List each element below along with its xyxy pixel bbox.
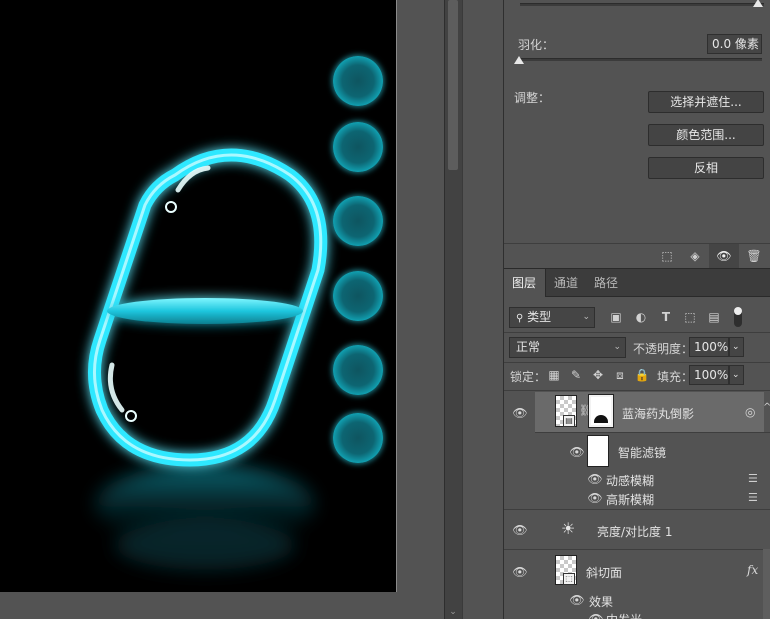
eye-icon[interactable]: 👁 <box>587 490 603 506</box>
density-slider-thumb[interactable] <box>753 0 763 7</box>
orb-6 <box>333 413 383 463</box>
eye-icon[interactable]: 👁 <box>569 592 585 608</box>
properties-footer: ⬚ ◈ 👁 🗑 <box>504 243 770 269</box>
divider <box>504 390 770 391</box>
selection-icon[interactable]: ⬚ <box>657 246 677 266</box>
adjustment-layer-name[interactable]: 亮度/对比度 1 <box>597 523 673 540</box>
eye-icon[interactable]: 👁 <box>587 471 603 487</box>
divider <box>504 549 770 550</box>
shape-badge-icon: ⬚ <box>563 573 575 585</box>
document-canvas[interactable] <box>0 0 396 592</box>
panel-dock-strip <box>462 0 504 619</box>
orb-3 <box>333 196 383 246</box>
filter-kind-label: 类型 <box>527 310 552 324</box>
layer-mask-thumbnail[interactable] <box>588 394 614 428</box>
chevron-up-icon[interactable]: ^ <box>763 402 770 413</box>
density-slider-track[interactable] <box>520 3 764 6</box>
feather-label: 羽化： <box>518 38 555 52</box>
feather-slider-track[interactable] <box>518 58 762 61</box>
feather-slider-thumb[interactable] <box>514 56 524 64</box>
lock-all-icon[interactable]: 🔒 <box>633 366 651 384</box>
effect-row-partial: 👁 内发光 <box>504 611 770 619</box>
divider <box>504 362 770 363</box>
layer-filter-dropdown[interactable]: ⚲ 类型 ⌄ <box>509 307 595 328</box>
blend-mode-dropdown[interactable]: 正常 ⌄ <box>509 337 626 358</box>
eye-icon[interactable]: 👁 <box>588 611 604 619</box>
opacity-input[interactable]: 100% <box>689 337 729 357</box>
opacity-dropdown-toggle[interactable]: ⌄ <box>729 337 744 357</box>
adjust-label: 调整： <box>514 91 551 105</box>
scroll-down-arrow-icon[interactable]: ⌄ <box>447 606 459 618</box>
divider <box>504 332 770 333</box>
divider <box>535 432 770 433</box>
workspace-bottom <box>0 592 397 619</box>
smart-object-badge-icon: ▤ <box>563 415 575 427</box>
lock-image-pixels-icon[interactable]: ✎ <box>567 366 585 384</box>
shape-filter-icon[interactable]: ⬚ <box>681 308 699 326</box>
fill-label: 填充： <box>657 370 694 384</box>
lock-position-icon[interactable]: ✥ <box>589 366 607 384</box>
brightness-contrast-icon[interactable]: ☀ <box>561 519 575 538</box>
filter-gaussian-blur[interactable]: 高斯模糊 <box>606 491 654 508</box>
properties-panel: 羽化： 0.0 像素 调整： 选择并遮住... 颜色范围... 反相 <box>504 0 770 268</box>
opacity-label: 不透明度： <box>633 342 694 356</box>
search-icon: ⚲ <box>516 313 524 324</box>
orb-1 <box>333 56 383 106</box>
filter-toggle-switch[interactable] <box>734 307 742 327</box>
effect-inner-glow[interactable]: 内发光 <box>606 611 642 619</box>
orb-4 <box>333 271 383 321</box>
smart-filter-toggle-icon[interactable]: ◎ <box>745 405 755 419</box>
tab-channels[interactable]: 通道 <box>546 269 586 297</box>
pixel-filter-icon[interactable]: ▣ <box>607 308 625 326</box>
scrollbar-thumb[interactable] <box>448 0 458 170</box>
pill-band <box>107 298 303 324</box>
adjustment-filter-icon[interactable]: ◐ <box>632 308 650 326</box>
fill-input[interactable]: 100% <box>689 365 729 385</box>
type-filter-icon[interactable]: T <box>657 308 675 326</box>
eye-icon[interactable]: 👁 <box>512 405 528 421</box>
chevron-down-icon: ⌄ <box>582 312 590 322</box>
effects-label[interactable]: 效果 <box>589 593 613 610</box>
layers-tabs: 图层 通道 路径 <box>504 269 770 297</box>
feather-input[interactable]: 0.0 像素 <box>707 34 762 54</box>
fx-icon[interactable]: fx <box>747 563 758 577</box>
eye-icon[interactable]: 👁 <box>512 564 528 580</box>
filter-motion-blur[interactable]: 动感模糊 <box>606 472 654 489</box>
select-and-mask-button[interactable]: 选择并遮住... <box>648 91 764 113</box>
pill-reflection <box>95 465 315 570</box>
lock-label: 锁定： <box>510 370 547 384</box>
orb-5 <box>333 345 383 395</box>
workspace-pasteboard <box>397 0 444 619</box>
tab-paths[interactable]: 路径 <box>586 269 626 297</box>
smart-object-filter-icon[interactable]: ▤ <box>705 308 723 326</box>
smart-filters-label[interactable]: 智能滤镜 <box>618 444 666 461</box>
layer-name[interactable]: 蓝海药丸倒影 <box>622 405 694 422</box>
lock-artboard-icon[interactable]: ⧈ <box>611 366 629 384</box>
eye-icon[interactable]: 👁 <box>569 444 585 460</box>
color-range-button[interactable]: 颜色范围... <box>648 124 764 146</box>
lock-transparent-pixels-icon[interactable]: ▦ <box>545 366 563 384</box>
filter-options-icon[interactable]: ☰ <box>748 491 758 504</box>
invert-button[interactable]: 反相 <box>648 157 764 179</box>
blend-mode-value: 正常 <box>516 340 541 354</box>
smart-filter-mask-thumbnail[interactable] <box>587 435 609 467</box>
eye-icon[interactable]: 👁 <box>512 522 528 538</box>
filter-options-icon[interactable]: ☰ <box>748 472 758 485</box>
layer-name[interactable]: 斜切面 <box>586 564 622 581</box>
tab-layers[interactable]: 图层 <box>504 269 546 297</box>
layers-scrollbar[interactable] <box>763 549 770 619</box>
trash-icon[interactable]: 🗑 <box>744 246 764 266</box>
chevron-down-icon: ⌄ <box>613 342 621 352</box>
fill-dropdown-toggle[interactable]: ⌄ <box>729 365 744 385</box>
orb-2 <box>333 122 383 172</box>
divider <box>504 509 770 510</box>
eye-icon[interactable]: 👁 <box>714 246 734 266</box>
apply-mask-icon[interactable]: ◈ <box>685 246 705 266</box>
